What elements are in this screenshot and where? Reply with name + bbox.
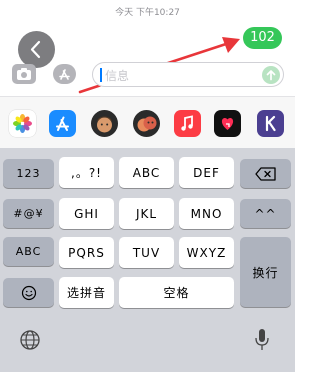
back-button[interactable] <box>18 31 55 68</box>
key-def[interactable]: DEF <box>179 157 234 188</box>
key-ghi[interactable]: GHI <box>59 198 114 229</box>
music-note-icon <box>181 115 193 131</box>
send-button[interactable] <box>262 66 280 84</box>
key-wxyz[interactable]: WXYZ <box>179 237 234 268</box>
memoji-face-icon <box>97 116 112 133</box>
key-abc[interactable]: ABC <box>119 157 174 188</box>
key-symbols[interactable]: #@¥ <box>3 199 54 228</box>
photos-app-icon[interactable] <box>9 110 36 137</box>
key-emoticon[interactable]: ^^ <box>240 199 291 228</box>
microphone-icon <box>255 329 269 350</box>
key-pqrs[interactable]: PQRS <box>59 237 114 268</box>
space-key[interactable]: 空格 <box>119 277 234 308</box>
keyboard: 123 ,。?! ABC DEF #@¥ GHI JKL MNO ^^ ABC … <box>0 148 295 372</box>
message-timestamp: 今天 下午10:27 <box>115 8 180 18</box>
app-store-a-icon <box>59 69 70 80</box>
message-input-field[interactable]: 信息 <box>92 62 284 87</box>
k-letter-icon <box>265 115 276 132</box>
delete-backspace-icon <box>254 166 276 181</box>
memoji-stickers-icon <box>137 116 157 132</box>
chevron-left-icon <box>30 40 41 59</box>
message-input-placeholder: 信息 <box>105 69 130 83</box>
text-cursor <box>100 68 102 82</box>
sent-message-bubble[interactable]: 102 <box>243 27 282 49</box>
photos-flower-icon <box>13 114 32 133</box>
dictation-key[interactable] <box>253 327 271 353</box>
pinyin-select-key[interactable]: 选拼音 <box>59 277 114 308</box>
camera-button[interactable] <box>12 64 36 84</box>
emoji-key[interactable] <box>3 278 54 307</box>
camera-icon <box>17 68 31 80</box>
arrow-up-icon <box>266 70 276 81</box>
key-mno[interactable]: MNO <box>179 198 234 229</box>
digital-touch-app-icon[interactable] <box>214 110 241 137</box>
delete-key[interactable] <box>240 159 291 188</box>
key-abc-mode[interactable]: ABC <box>3 237 54 266</box>
apps-button[interactable] <box>53 64 76 84</box>
key-jkl[interactable]: JKL <box>119 198 174 229</box>
memoji-stickers-app-icon[interactable] <box>133 110 160 137</box>
app-store-a-icon <box>56 116 69 131</box>
app-store-app-icon[interactable] <box>49 110 76 137</box>
key-123[interactable]: 123 <box>3 159 54 188</box>
app-drawer <box>0 96 295 148</box>
emoji-smiley-icon <box>21 285 36 300</box>
music-app-icon[interactable] <box>174 110 201 137</box>
k-app-icon[interactable] <box>257 110 284 137</box>
globe-icon <box>20 330 40 350</box>
key-tuv[interactable]: TUV <box>119 237 174 268</box>
heart-hand-icon <box>221 118 234 130</box>
globe-key[interactable] <box>18 328 42 352</box>
memoji-app-icon[interactable] <box>91 110 118 137</box>
key-punctuation[interactable]: ,。?! <box>59 157 114 188</box>
return-key[interactable]: 换行 <box>240 237 291 307</box>
